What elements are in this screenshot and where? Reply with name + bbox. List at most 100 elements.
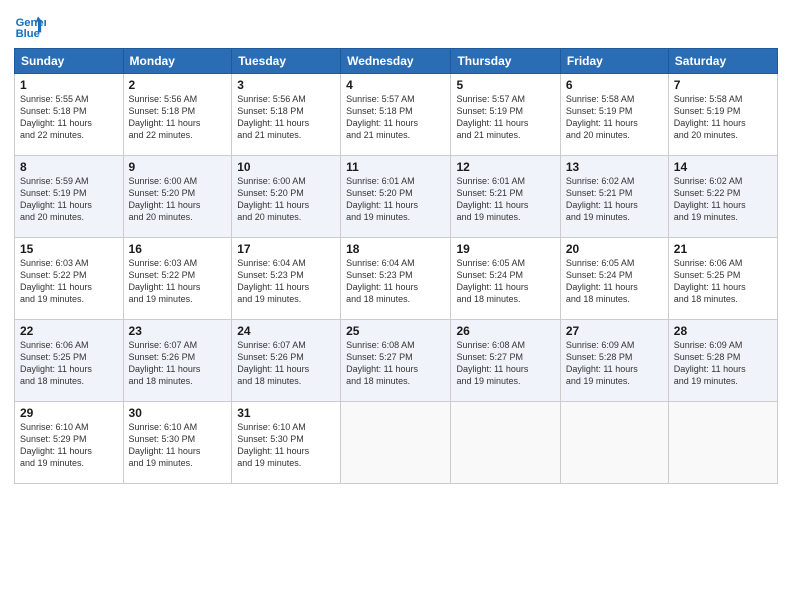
calendar-cell: 27Sunrise: 6:09 AM Sunset: 5:28 PM Dayli… <box>560 320 668 402</box>
calendar-cell: 30Sunrise: 6:10 AM Sunset: 5:30 PM Dayli… <box>123 402 232 484</box>
calendar-cell: 29Sunrise: 6:10 AM Sunset: 5:29 PM Dayli… <box>15 402 124 484</box>
calendar-cell: 6Sunrise: 5:58 AM Sunset: 5:19 PM Daylig… <box>560 74 668 156</box>
day-number: 3 <box>237 78 335 92</box>
day-number: 4 <box>346 78 445 92</box>
calendar-cell: 12Sunrise: 6:01 AM Sunset: 5:21 PM Dayli… <box>451 156 560 238</box>
day-info: Sunrise: 6:10 AM Sunset: 5:30 PM Dayligh… <box>129 421 227 470</box>
day-info: Sunrise: 5:59 AM Sunset: 5:19 PM Dayligh… <box>20 175 118 224</box>
day-number: 14 <box>674 160 772 174</box>
calendar-cell: 7Sunrise: 5:58 AM Sunset: 5:19 PM Daylig… <box>668 74 777 156</box>
day-info: Sunrise: 5:58 AM Sunset: 5:19 PM Dayligh… <box>566 93 663 142</box>
day-number: 5 <box>456 78 554 92</box>
day-number: 6 <box>566 78 663 92</box>
calendar-cell <box>560 402 668 484</box>
day-info: Sunrise: 6:08 AM Sunset: 5:27 PM Dayligh… <box>456 339 554 388</box>
calendar-cell: 22Sunrise: 6:06 AM Sunset: 5:25 PM Dayli… <box>15 320 124 402</box>
day-number: 11 <box>346 160 445 174</box>
day-info: Sunrise: 6:10 AM Sunset: 5:30 PM Dayligh… <box>237 421 335 470</box>
day-number: 30 <box>129 406 227 420</box>
calendar-cell: 31Sunrise: 6:10 AM Sunset: 5:30 PM Dayli… <box>232 402 341 484</box>
calendar-cell: 20Sunrise: 6:05 AM Sunset: 5:24 PM Dayli… <box>560 238 668 320</box>
calendar-cell: 21Sunrise: 6:06 AM Sunset: 5:25 PM Dayli… <box>668 238 777 320</box>
calendar-cell: 23Sunrise: 6:07 AM Sunset: 5:26 PM Dayli… <box>123 320 232 402</box>
calendar-cell: 2Sunrise: 5:56 AM Sunset: 5:18 PM Daylig… <box>123 74 232 156</box>
day-number: 13 <box>566 160 663 174</box>
calendar-cell: 5Sunrise: 5:57 AM Sunset: 5:19 PM Daylig… <box>451 74 560 156</box>
calendar-cell: 24Sunrise: 6:07 AM Sunset: 5:26 PM Dayli… <box>232 320 341 402</box>
day-info: Sunrise: 6:08 AM Sunset: 5:27 PM Dayligh… <box>346 339 445 388</box>
day-number: 9 <box>129 160 227 174</box>
day-number: 18 <box>346 242 445 256</box>
day-info: Sunrise: 6:10 AM Sunset: 5:29 PM Dayligh… <box>20 421 118 470</box>
calendar-cell: 19Sunrise: 6:05 AM Sunset: 5:24 PM Dayli… <box>451 238 560 320</box>
day-number: 21 <box>674 242 772 256</box>
day-info: Sunrise: 6:04 AM Sunset: 5:23 PM Dayligh… <box>237 257 335 306</box>
weekday-header-sunday: Sunday <box>15 49 124 74</box>
weekday-header-thursday: Thursday <box>451 49 560 74</box>
weekday-header-row: SundayMondayTuesdayWednesdayThursdayFrid… <box>15 49 778 74</box>
day-number: 22 <box>20 324 118 338</box>
day-number: 2 <box>129 78 227 92</box>
day-number: 25 <box>346 324 445 338</box>
calendar-week-1: 1Sunrise: 5:55 AM Sunset: 5:18 PM Daylig… <box>15 74 778 156</box>
calendar-cell: 25Sunrise: 6:08 AM Sunset: 5:27 PM Dayli… <box>341 320 451 402</box>
calendar-cell: 14Sunrise: 6:02 AM Sunset: 5:22 PM Dayli… <box>668 156 777 238</box>
day-info: Sunrise: 6:06 AM Sunset: 5:25 PM Dayligh… <box>20 339 118 388</box>
day-info: Sunrise: 5:57 AM Sunset: 5:18 PM Dayligh… <box>346 93 445 142</box>
day-info: Sunrise: 6:09 AM Sunset: 5:28 PM Dayligh… <box>674 339 772 388</box>
day-number: 16 <box>129 242 227 256</box>
day-number: 7 <box>674 78 772 92</box>
logo: General Blue <box>14 10 50 42</box>
calendar-cell: 16Sunrise: 6:03 AM Sunset: 5:22 PM Dayli… <box>123 238 232 320</box>
day-number: 31 <box>237 406 335 420</box>
calendar-week-5: 29Sunrise: 6:10 AM Sunset: 5:29 PM Dayli… <box>15 402 778 484</box>
day-number: 24 <box>237 324 335 338</box>
day-info: Sunrise: 6:07 AM Sunset: 5:26 PM Dayligh… <box>237 339 335 388</box>
day-info: Sunrise: 6:01 AM Sunset: 5:21 PM Dayligh… <box>456 175 554 224</box>
day-number: 12 <box>456 160 554 174</box>
day-info: Sunrise: 6:09 AM Sunset: 5:28 PM Dayligh… <box>566 339 663 388</box>
calendar-table: SundayMondayTuesdayWednesdayThursdayFrid… <box>14 48 778 484</box>
calendar-cell: 15Sunrise: 6:03 AM Sunset: 5:22 PM Dayli… <box>15 238 124 320</box>
weekday-header-tuesday: Tuesday <box>232 49 341 74</box>
weekday-header-saturday: Saturday <box>668 49 777 74</box>
calendar-cell: 9Sunrise: 6:00 AM Sunset: 5:20 PM Daylig… <box>123 156 232 238</box>
day-info: Sunrise: 5:57 AM Sunset: 5:19 PM Dayligh… <box>456 93 554 142</box>
day-info: Sunrise: 5:56 AM Sunset: 5:18 PM Dayligh… <box>129 93 227 142</box>
calendar-cell: 26Sunrise: 6:08 AM Sunset: 5:27 PM Dayli… <box>451 320 560 402</box>
weekday-header-monday: Monday <box>123 49 232 74</box>
calendar-cell: 10Sunrise: 6:00 AM Sunset: 5:20 PM Dayli… <box>232 156 341 238</box>
day-number: 19 <box>456 242 554 256</box>
day-info: Sunrise: 6:03 AM Sunset: 5:22 PM Dayligh… <box>129 257 227 306</box>
weekday-header-wednesday: Wednesday <box>341 49 451 74</box>
day-number: 29 <box>20 406 118 420</box>
calendar-cell <box>668 402 777 484</box>
calendar-cell: 17Sunrise: 6:04 AM Sunset: 5:23 PM Dayli… <box>232 238 341 320</box>
weekday-header-friday: Friday <box>560 49 668 74</box>
day-info: Sunrise: 5:58 AM Sunset: 5:19 PM Dayligh… <box>674 93 772 142</box>
calendar-week-4: 22Sunrise: 6:06 AM Sunset: 5:25 PM Dayli… <box>15 320 778 402</box>
day-number: 1 <box>20 78 118 92</box>
page-container: General Blue SundayMondayTuesdayWednesda… <box>0 0 792 494</box>
day-info: Sunrise: 5:55 AM Sunset: 5:18 PM Dayligh… <box>20 93 118 142</box>
day-info: Sunrise: 6:04 AM Sunset: 5:23 PM Dayligh… <box>346 257 445 306</box>
day-info: Sunrise: 6:02 AM Sunset: 5:22 PM Dayligh… <box>674 175 772 224</box>
calendar-cell: 11Sunrise: 6:01 AM Sunset: 5:20 PM Dayli… <box>341 156 451 238</box>
day-number: 10 <box>237 160 335 174</box>
day-info: Sunrise: 6:01 AM Sunset: 5:20 PM Dayligh… <box>346 175 445 224</box>
day-info: Sunrise: 6:07 AM Sunset: 5:26 PM Dayligh… <box>129 339 227 388</box>
day-number: 17 <box>237 242 335 256</box>
day-info: Sunrise: 6:03 AM Sunset: 5:22 PM Dayligh… <box>20 257 118 306</box>
day-number: 20 <box>566 242 663 256</box>
day-info: Sunrise: 6:05 AM Sunset: 5:24 PM Dayligh… <box>566 257 663 306</box>
header-row: General Blue <box>14 10 778 42</box>
calendar-cell: 28Sunrise: 6:09 AM Sunset: 5:28 PM Dayli… <box>668 320 777 402</box>
svg-text:General: General <box>16 17 46 29</box>
day-info: Sunrise: 6:00 AM Sunset: 5:20 PM Dayligh… <box>129 175 227 224</box>
day-number: 28 <box>674 324 772 338</box>
calendar-cell: 1Sunrise: 5:55 AM Sunset: 5:18 PM Daylig… <box>15 74 124 156</box>
day-number: 27 <box>566 324 663 338</box>
day-info: Sunrise: 6:00 AM Sunset: 5:20 PM Dayligh… <box>237 175 335 224</box>
day-info: Sunrise: 6:02 AM Sunset: 5:21 PM Dayligh… <box>566 175 663 224</box>
calendar-week-2: 8Sunrise: 5:59 AM Sunset: 5:19 PM Daylig… <box>15 156 778 238</box>
